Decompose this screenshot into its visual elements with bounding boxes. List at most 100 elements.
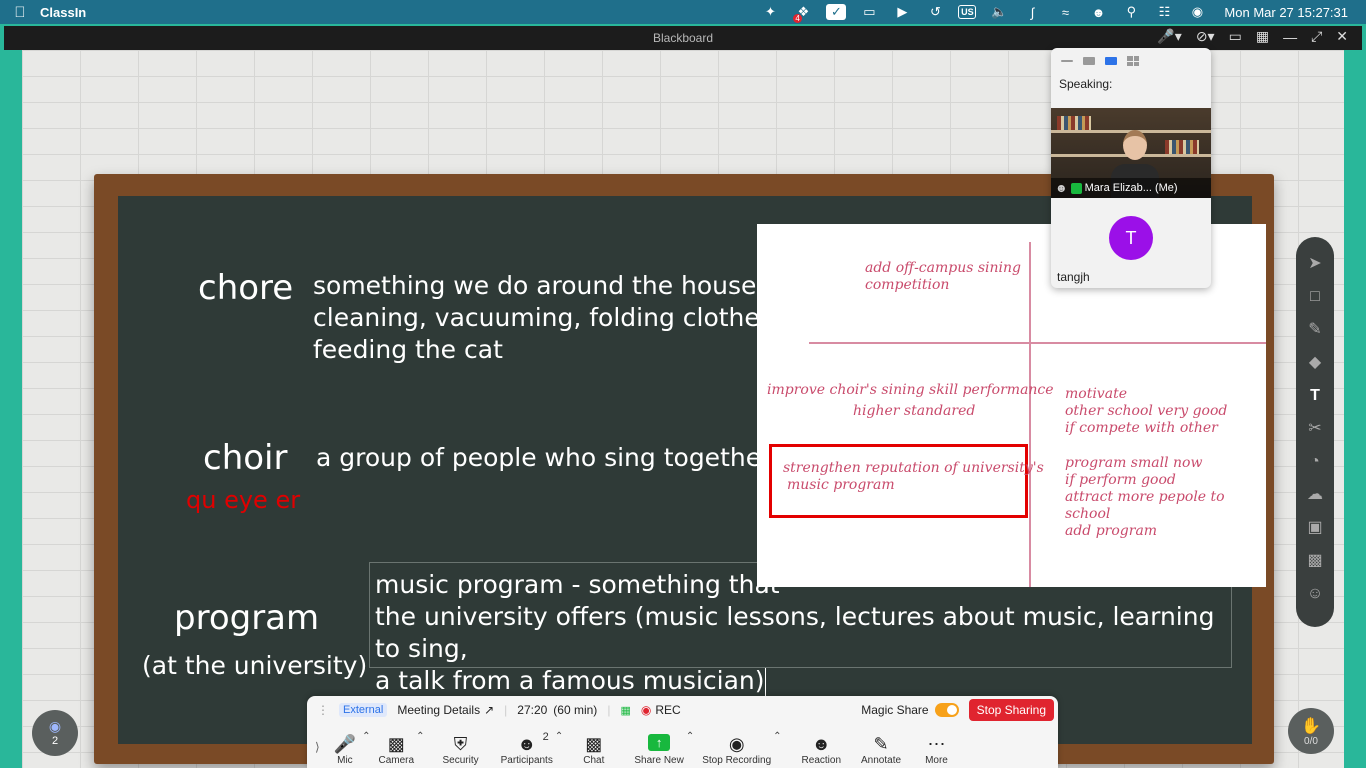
status-icons: ✦ ❖ 4 ✓ ▭ ▶ ↺ US 🔈 ∫ ≈ ☻ ⚲ ☷ ◉ Mon Mar 27… xyxy=(760,4,1366,23)
raise-hand-button[interactable]: ✋ 0/0 xyxy=(1288,708,1334,754)
expand-icon[interactable]: ⟩ xyxy=(315,740,320,754)
definition-line: feeding the cat xyxy=(313,335,503,364)
external-link-icon[interactable]: ↗ xyxy=(484,703,494,717)
mic-label: Mic xyxy=(337,755,353,766)
share-options-icon[interactable]: ⌃ xyxy=(686,731,694,742)
video-layout-controls xyxy=(1051,48,1211,74)
stop-sharing-button[interactable]: Stop Sharing xyxy=(968,699,1054,721)
control-center-icon[interactable]: ☷ xyxy=(1154,4,1174,20)
magic-share-label: Magic Share xyxy=(861,703,929,717)
note-line: program small now xyxy=(1065,455,1203,471)
wifi-icon[interactable]: ≈ xyxy=(1055,4,1075,20)
term-choir: choir xyxy=(203,438,288,478)
title-bar-controls: 🎤▾ ⊘▾ ▭ ▦ — ⤢ ✕ xyxy=(1157,28,1348,45)
scissors-icon[interactable]: ✂ xyxy=(1308,418,1321,440)
security-button[interactable]: ⛨ Security xyxy=(442,733,478,766)
stop-record-icon: ◉ xyxy=(728,734,745,754)
battery-icon[interactable]: ▭ xyxy=(859,4,879,20)
text-tool-icon[interactable]: T xyxy=(1310,385,1320,407)
video-panel[interactable]: Speaking: ☻ Mara Elizab... (Me) T tangjh xyxy=(1051,48,1211,288)
stop-recording-button[interactable]: ◉ Stop Recording xyxy=(702,733,771,766)
screen-icon[interactable]: ▭ xyxy=(1229,28,1242,45)
annotate-pen-icon: ✎ xyxy=(873,734,889,754)
spotlight-icon[interactable]: ⚲ xyxy=(1121,4,1141,20)
camera-off-icon[interactable]: ⊘▾ xyxy=(1196,28,1215,45)
participants-button[interactable]: ☻ 2 Participants xyxy=(501,731,553,766)
clock[interactable]: Mon Mar 27 15:27:31 xyxy=(1224,5,1348,20)
magic-share-toggle[interactable] xyxy=(934,703,959,717)
chat-button[interactable]: ▩ Chat xyxy=(583,733,604,766)
mic-status-icon[interactable]: 🎤▾ xyxy=(1157,28,1181,45)
annotate-button[interactable]: ✎ Annotate xyxy=(861,733,901,766)
note-line: competition xyxy=(865,277,950,293)
note-bottom-right: program small now if perform good attrac… xyxy=(1065,455,1266,540)
annotate-label: Annotate xyxy=(861,755,902,766)
zoom-status-icon[interactable]: ✓ xyxy=(826,4,847,20)
network-indicator[interactable]: ◉ 2 xyxy=(32,710,78,756)
apple-menu-icon[interactable]:  xyxy=(0,4,40,21)
text-caret xyxy=(764,668,766,696)
cloud-icon[interactable]: ☁ xyxy=(1307,484,1323,506)
input-source-icon[interactable]: US xyxy=(958,5,977,19)
meeting-controls: ⋮ External Meeting Details ↗ | 27:20 (60… xyxy=(307,696,1058,768)
siri-icon[interactable]: ◉ xyxy=(1187,4,1207,20)
minimize-icon[interactable]: — xyxy=(1283,29,1297,45)
users-icon[interactable]: ☺ xyxy=(1307,583,1323,605)
select-icon[interactable]: ➤ xyxy=(1308,253,1321,275)
definition-chore: something we do around the house cleanin… xyxy=(313,270,773,366)
share-new-button[interactable]: ↑ Share New xyxy=(634,734,684,766)
bird-icon[interactable]: ✦ xyxy=(760,4,780,20)
avatar: T xyxy=(1109,216,1153,260)
dropbox-icon[interactable]: ❖ 4 xyxy=(793,4,813,23)
recording-options-icon[interactable]: ⌃ xyxy=(773,731,781,742)
mic-options-icon[interactable]: ⌃ xyxy=(362,731,370,742)
pen-icon[interactable]: ✎ xyxy=(1308,319,1321,341)
self-name-bar: ☻ Mara Elizab... (Me) xyxy=(1051,178,1211,198)
timer-icon[interactable]: ◔ xyxy=(1310,451,1320,473)
toolbox-icon[interactable]: ▣ xyxy=(1307,517,1322,539)
participants-options-icon[interactable]: ⌃ xyxy=(555,731,563,742)
restore-icon[interactable]: ⤢ xyxy=(1311,28,1322,45)
camera-button[interactable]: ▩ Camera xyxy=(379,733,415,766)
shield-icon: ⛨ xyxy=(453,734,468,754)
participants-icon: ☻ xyxy=(517,734,537,754)
app-name-menu[interactable]: ClassIn xyxy=(40,5,86,20)
strip-view-icon[interactable] xyxy=(1105,57,1117,65)
term-program-subtitle: (at the university) xyxy=(142,651,368,680)
note-line: strengthen reputation of university's xyxy=(783,460,1044,476)
meeting-duration: (60 min) xyxy=(553,703,598,717)
title-bar: Blackboard 🎤▾ ⊘▾ ▭ ▦ — ⤢ ✕ xyxy=(4,26,1362,50)
user-icon[interactable]: ☻ xyxy=(1088,4,1108,20)
single-view-icon[interactable] xyxy=(1083,57,1095,65)
play-icon[interactable]: ▶ xyxy=(892,4,912,20)
camera-options-icon[interactable]: ⌃ xyxy=(416,731,424,742)
pronunciation-note: qu eye er xyxy=(186,486,301,514)
marquee-select-icon[interactable]: □ xyxy=(1310,286,1320,308)
close-icon[interactable]: ✕ xyxy=(1336,28,1348,45)
more-button[interactable]: ⋯ More xyxy=(925,733,948,766)
eraser-icon[interactable]: ◆ xyxy=(1309,352,1321,374)
magic-share: Magic Share xyxy=(861,703,959,717)
bluetooth-icon[interactable]: ∫ xyxy=(1022,4,1042,20)
time-machine-icon[interactable]: ↺ xyxy=(925,4,945,20)
drag-handle-icon[interactable]: ⋮ xyxy=(317,703,329,717)
chat-bubble-icon[interactable]: ▩ xyxy=(1307,550,1322,572)
definition-choir: a group of people who sing together xyxy=(316,443,772,472)
grid-view-icon[interactable] xyxy=(1127,56,1139,66)
separator: | xyxy=(504,703,508,717)
layout-icon[interactable]: ▦ xyxy=(1256,28,1269,45)
note-line: add program xyxy=(1065,523,1158,539)
camera-icon: ▩ xyxy=(387,734,405,754)
mic-button[interactable]: 🎤 Mic xyxy=(334,733,356,766)
head xyxy=(1123,130,1147,160)
reaction-button[interactable]: ☻ Reaction xyxy=(802,733,841,766)
rec-dot-icon: ◉ xyxy=(640,703,652,717)
note-line: motivate xyxy=(1065,386,1127,402)
share-new-label: Share New xyxy=(634,755,684,766)
share-screen-icon: ↑ xyxy=(648,734,671,751)
volume-icon[interactable]: 🔈 xyxy=(989,4,1009,20)
dropbox-badge: 4 xyxy=(793,14,802,23)
minimize-video-icon[interactable] xyxy=(1061,60,1073,62)
meeting-details-link[interactable]: Meeting Details xyxy=(397,703,480,717)
text-line-content: a talk from a famous musician) xyxy=(375,666,765,695)
